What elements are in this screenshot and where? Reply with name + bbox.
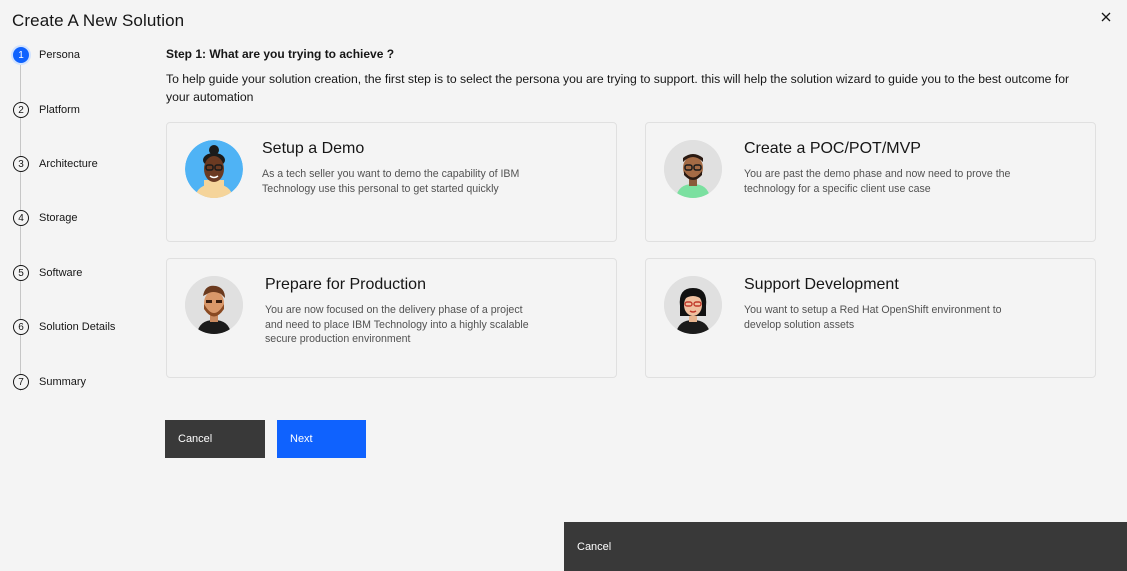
step-platform[interactable]: 2 Platform <box>13 102 80 118</box>
close-icon[interactable] <box>1097 8 1115 26</box>
persona-card-demo[interactable]: Setup a Demo As a tech seller you want t… <box>166 122 617 242</box>
footer-cancel-button[interactable]: Cancel <box>564 522 1127 571</box>
step-number: 1 <box>13 47 29 63</box>
persona-title: Prepare for Production <box>265 276 426 293</box>
step-label: Solution Details <box>39 321 116 333</box>
step-number: 2 <box>13 102 29 118</box>
step-software[interactable]: 5 Software <box>13 265 82 281</box>
persona-title: Support Development <box>744 276 899 293</box>
step-heading: Step 1: What are you trying to achieve ? <box>166 47 395 61</box>
step-number: 4 <box>13 210 29 226</box>
step-summary[interactable]: 7 Summary <box>13 374 86 390</box>
step-number: 7 <box>13 374 29 390</box>
persona-card-development[interactable]: Support Development You want to setup a … <box>645 258 1096 378</box>
step-description: To help guide your solution creation, th… <box>166 72 1070 104</box>
step-number: 5 <box>13 265 29 281</box>
step-label: Platform <box>39 104 80 116</box>
persona-description: You want to setup a Red Hat OpenShift en… <box>744 304 1002 331</box>
step-label: Storage <box>39 212 78 224</box>
step-number: 3 <box>13 156 29 172</box>
persona-description: As a tech seller you want to demo the ca… <box>262 168 520 195</box>
step-solution-details[interactable]: 6 Solution Details <box>13 319 115 335</box>
persona-title: Create a POC/POT/MVP <box>744 140 921 157</box>
step-label: Summary <box>39 376 87 388</box>
step-persona[interactable]: 1 Persona <box>13 47 80 63</box>
demo-persona-avatar <box>185 140 243 198</box>
persona-description: You are past the demo phase and now need… <box>744 168 1011 195</box>
persona-card-poc[interactable]: Create a POC/POT/MVP You are past the de… <box>645 122 1096 242</box>
step-architecture[interactable]: 3 Architecture <box>13 156 98 172</box>
poc-persona-avatar <box>664 140 722 198</box>
step-label: Software <box>39 267 83 279</box>
cancel-button[interactable]: Cancel <box>165 420 265 458</box>
step-number: 6 <box>13 319 29 335</box>
step-storage[interactable]: 4 Storage <box>13 210 78 226</box>
persona-description: You are now focused on the delivery phas… <box>265 304 529 345</box>
production-persona-avatar <box>185 276 243 334</box>
development-persona-avatar <box>664 276 722 334</box>
step-label: Architecture <box>39 158 98 170</box>
persona-title: Setup a Demo <box>262 140 365 157</box>
next-button[interactable]: Next <box>277 420 366 458</box>
persona-card-production[interactable]: Prepare for Production You are now focus… <box>166 258 617 378</box>
step-label: Persona <box>39 49 80 61</box>
dialog-title: Create A New Solution <box>12 11 185 30</box>
